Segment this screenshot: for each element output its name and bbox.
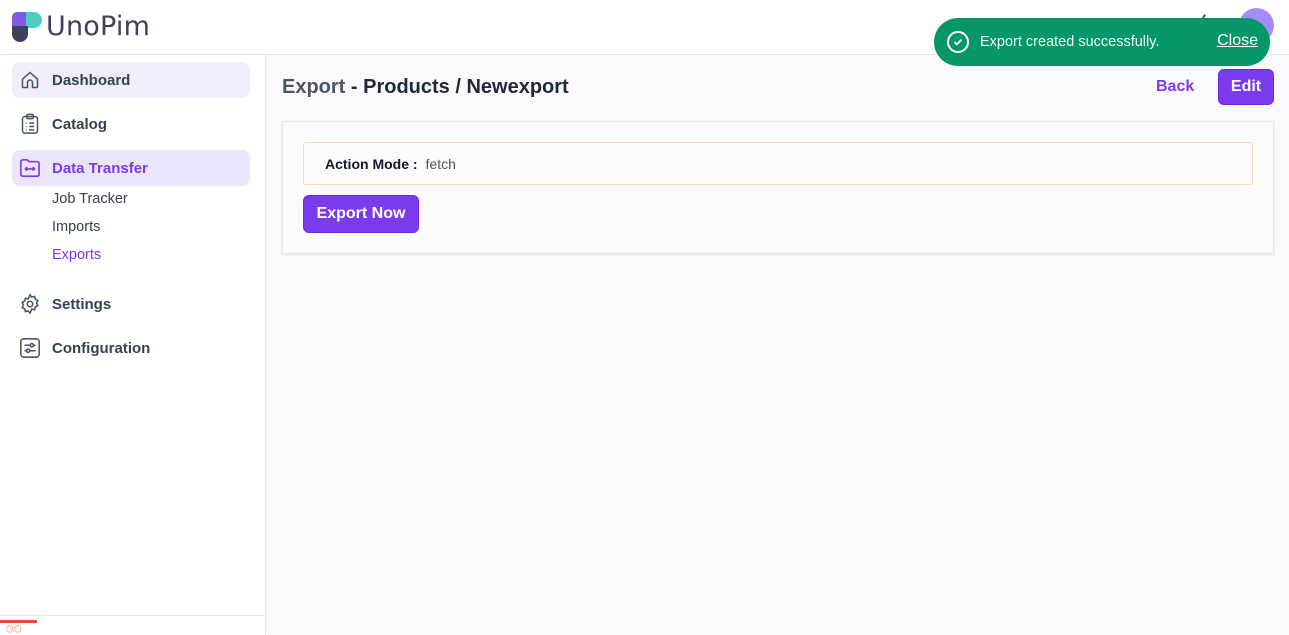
sidebar-subitem-job-tracker[interactable]: Job Tracker — [52, 191, 128, 207]
sidebar-item-data-transfer[interactable]: Data Transfer — [12, 150, 250, 186]
sidebar-item-configuration[interactable]: Configuration — [12, 330, 250, 366]
page-title: Export - Products / Newexport — [282, 76, 569, 99]
sidebar-subitem-imports[interactable]: Imports — [52, 219, 100, 235]
sidebar-item-label: Catalog — [52, 115, 108, 133]
toast-close-link[interactable]: Close — [1217, 32, 1258, 50]
action-mode-info: Action Mode : fetch — [303, 142, 1253, 185]
sidebar-item-label: Data Transfer — [52, 159, 148, 177]
sidebar-item-settings[interactable]: Settings — [12, 286, 250, 322]
export-details-card: Action Mode : fetch Export Now — [282, 121, 1274, 254]
sidebar-item-label: Configuration — [52, 339, 151, 357]
gear-icon — [18, 292, 42, 316]
edit-button[interactable]: Edit — [1218, 69, 1274, 105]
sidebar-subitem-exports[interactable]: Exports — [52, 247, 101, 263]
sidebar-item-dashboard[interactable]: Dashboard — [12, 62, 250, 98]
page-title-prefix: Export — [282, 76, 346, 98]
logo-mark-icon — [12, 11, 42, 42]
action-mode-value: fetch — [425, 155, 456, 172]
toast-message: Export created successfully. — [980, 34, 1160, 50]
sidebar-item-catalog[interactable]: Catalog — [12, 106, 250, 142]
sidebar-footer-divider — [0, 615, 266, 616]
action-mode-label: Action Mode : — [325, 155, 418, 172]
app-name: UnoPim — [46, 11, 151, 42]
export-now-button[interactable]: Export Now — [303, 195, 419, 233]
debug-icon: ⬡⬡ — [6, 624, 22, 634]
clipboard-list-icon — [18, 112, 42, 136]
success-toast: Export created successfully. Close — [934, 18, 1270, 66]
debug-badge[interactable]: ⬡⬡ — [0, 620, 37, 635]
app-logo[interactable]: UnoPim — [12, 11, 150, 42]
page-title-rest: - Products / Newexport — [345, 76, 569, 98]
back-link[interactable]: Back — [1156, 78, 1194, 96]
sidebar: Dashboard Catalog Data Transfer Job Trac… — [0, 55, 266, 635]
home-icon — [18, 68, 42, 92]
sliders-icon — [18, 336, 42, 360]
main-content: Export - Products / Newexport Back Edit … — [267, 55, 1289, 635]
sidebar-item-label: Dashboard — [52, 71, 131, 89]
check-circle-icon — [947, 31, 969, 53]
sidebar-item-label: Settings — [52, 295, 112, 313]
folder-transfer-icon — [18, 156, 42, 180]
